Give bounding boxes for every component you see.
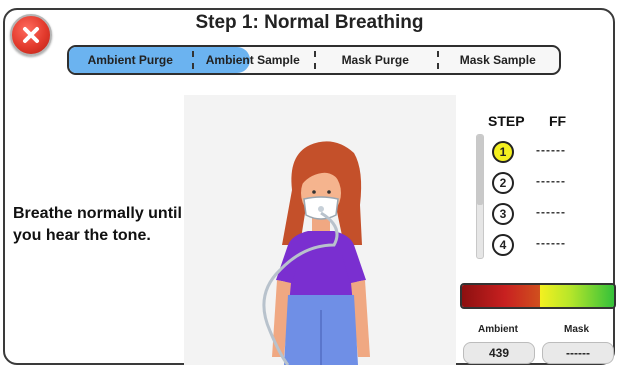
person-with-mask-illustration [184,95,456,365]
step-number-badge: 4 [492,234,514,256]
step-column-header: STEP [488,113,525,129]
step-row-2: 2 ------ [492,172,582,194]
step-number-badge: 3 [492,203,514,225]
mask-reading: ------ [542,342,614,364]
step-ff-value: ------ [536,205,566,219]
ambient-label: Ambient [478,324,518,335]
step-ff-value: ------ [536,236,566,250]
gauge-pass-zone [539,285,614,307]
step-ff-value: ------ [536,174,566,188]
breathing-instruction: Breathe normally until you hear the tone… [13,205,182,244]
tab-mask-purge[interactable]: Mask Purge [314,47,437,73]
step-tabs: Ambient Purge Ambient Sample Mask Purge … [67,45,561,75]
mask-label: Mask [564,324,590,335]
page-title: Step 1: Normal Breathing [195,12,424,33]
tab-mask-sample[interactable]: Mask Sample [436,47,560,73]
tab-ambient-sample[interactable]: Ambient Sample [191,47,315,73]
step-ff-value: ------ [536,143,566,157]
step-row-4: 4 ------ [492,234,582,256]
ambient-reading: 439 [463,342,535,364]
gauge-fail-zone [462,285,540,307]
step-row-1: 1 ------ [492,141,582,163]
scrollbar-thumb[interactable] [477,135,483,205]
tab-ambient-purge[interactable]: Ambient Purge [69,47,192,73]
step-number-badge: 2 [492,172,514,194]
step-row-3: 3 ------ [492,203,582,225]
fit-factor-gauge [460,283,616,309]
ff-column-header: FF [549,113,567,129]
step-number-badge: 1 [492,141,514,163]
steps-scrollbar[interactable] [476,134,484,259]
